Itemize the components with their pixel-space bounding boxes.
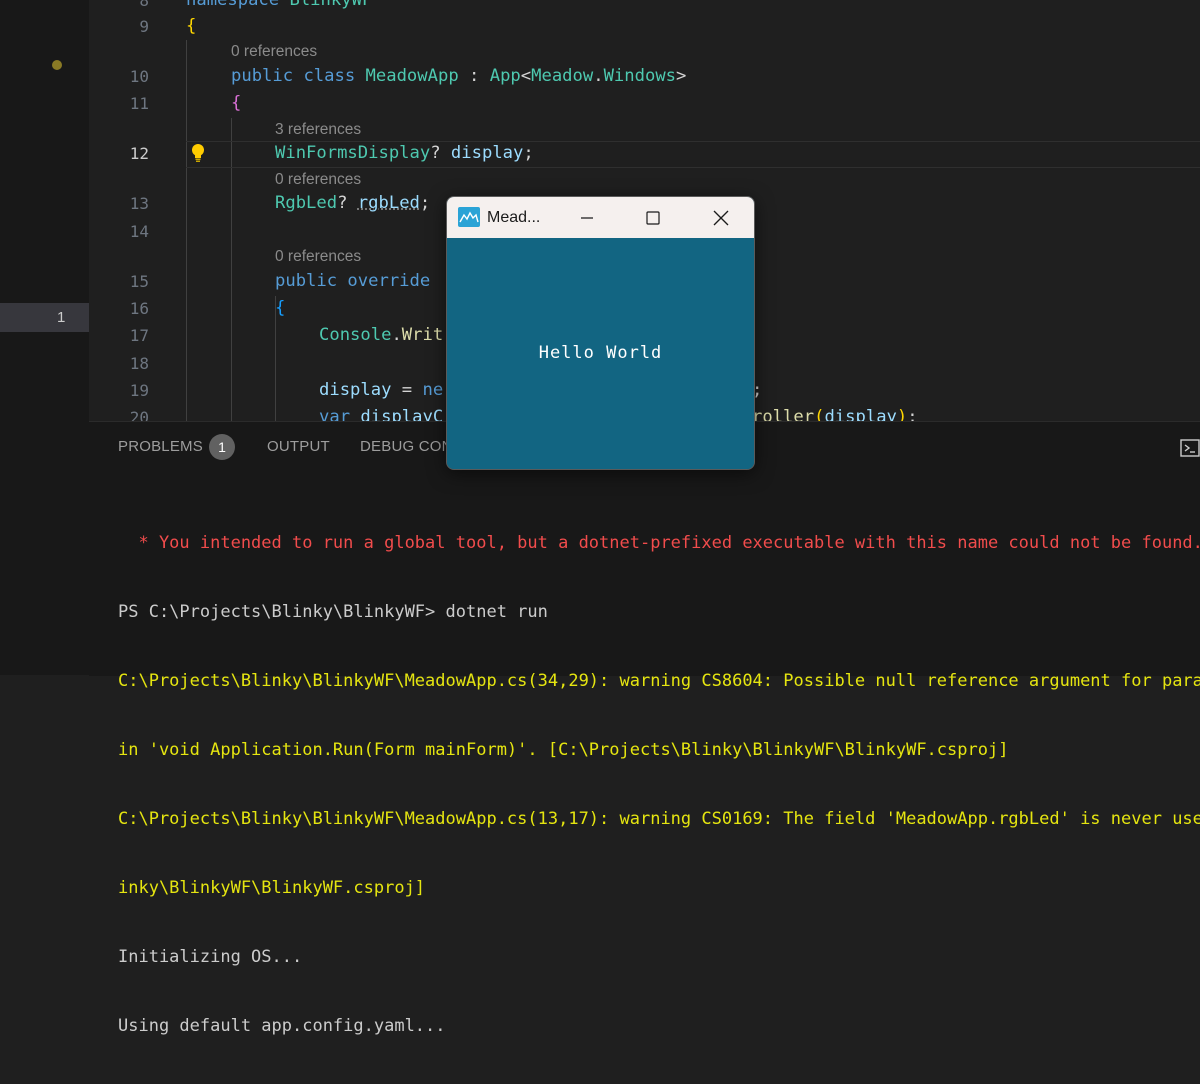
code-token: ;: [907, 407, 918, 421]
code-line: 11 {: [89, 90, 1200, 117]
code-token: ): [896, 407, 908, 421]
code-token: Writ: [401, 325, 444, 345]
terminal-line: * You intended to run a global tool, but…: [118, 533, 1200, 553]
terminal-line: PS C:\Projects\Blinky\BlinkyWF> dotnet r…: [118, 602, 548, 622]
code-line: 12 WinFormsDisplay? display;: [89, 140, 1200, 167]
meadow-app-icon: [458, 207, 480, 227]
window-client-area: Hello World: [447, 238, 754, 469]
code-token: rgbLed: [357, 193, 420, 213]
code-token: class: [293, 66, 356, 86]
code-token: ne: [422, 380, 444, 400]
line-number: 18: [129, 354, 149, 373]
code-token: ;: [523, 143, 534, 163]
codelens-references[interactable]: 0 references: [275, 246, 361, 268]
lightbulb-icon[interactable]: [189, 143, 207, 163]
terminal-output[interactable]: * You intended to run a global tool, but…: [118, 486, 1200, 1084]
code-token: roller: [752, 407, 815, 421]
terminal-line: C:\Projects\Blinky\BlinkyWF\MeadowApp.cs…: [118, 671, 1200, 691]
window-titlebar[interactable]: Mead...: [447, 197, 754, 238]
meadow-app-window[interactable]: Mead... Hello World: [446, 196, 755, 470]
code-token: ?: [337, 193, 358, 213]
line-number: 12: [129, 144, 149, 163]
line-number: 11: [129, 94, 149, 113]
code-token: .: [391, 325, 402, 345]
terminal-line: inky\BlinkyWF\BlinkyWF.csproj]: [118, 878, 426, 898]
codelens-references[interactable]: 0 references: [231, 41, 317, 63]
window-title: Mead...: [487, 209, 541, 226]
code-token: display: [450, 143, 524, 163]
code-line: 10 public class MeadowApp : App<Meadow.W…: [89, 63, 1200, 90]
code-token: namespace: [186, 0, 280, 10]
line-number: 15: [129, 272, 149, 291]
code-token: display: [319, 380, 392, 400]
code-token: .: [593, 66, 604, 86]
problems-marker-count: 1: [57, 309, 66, 326]
modified-indicator-dot: [52, 60, 62, 70]
line-number: 14: [129, 222, 149, 241]
codelens-references[interactable]: 0 references: [275, 169, 361, 191]
activity-bar: 1: [0, 0, 89, 675]
code-line: 8 namespace BlinkyWF: [89, 0, 1200, 14]
tab-problems[interactable]: PROBLEMS: [118, 438, 203, 455]
code-token: Windows: [603, 66, 677, 86]
line-number: 20: [129, 408, 149, 421]
terminal-line: in 'void Application.Run(Form mainForm)'…: [118, 740, 1009, 760]
tab-output[interactable]: OUTPUT: [267, 438, 330, 455]
line-number: 9: [139, 17, 149, 36]
line-number: 16: [129, 299, 149, 318]
hello-world-label: Hello World: [538, 343, 663, 363]
code-token: <: [520, 66, 532, 86]
code-token: {: [275, 298, 286, 318]
code-token: (: [814, 407, 825, 421]
code-token: Meadow: [531, 66, 594, 86]
code-token: public override: [275, 271, 431, 291]
problems-marker-row[interactable]: 1: [0, 303, 89, 332]
minimize-icon[interactable]: [564, 203, 610, 233]
code-token: {: [186, 16, 197, 36]
line-number: 17: [129, 326, 149, 345]
code-token: :: [458, 66, 490, 86]
code-token: MeadowApp: [355, 66, 459, 86]
code-token: {: [231, 93, 242, 113]
terminal-icon[interactable]: [1180, 438, 1200, 458]
problems-count-badge: 1: [209, 434, 235, 460]
code-token: App: [489, 66, 521, 86]
code-line: 9 {: [89, 13, 1200, 40]
code-token: RgbLed: [275, 193, 338, 213]
terminal-line: Using default app.config.yaml...: [118, 1016, 446, 1036]
terminal-line: Initializing OS...: [118, 947, 303, 967]
code-token: ;: [419, 193, 431, 213]
terminal-line: C:\Projects\Blinky\BlinkyWF\MeadowApp.cs…: [118, 809, 1200, 829]
code-token: public: [231, 66, 294, 86]
code-token: =: [391, 380, 423, 400]
code-token: BlinkyWF: [279, 0, 373, 10]
close-icon[interactable]: [698, 203, 744, 233]
code-token: Console: [319, 325, 392, 345]
line-number: 13: [129, 194, 149, 213]
line-number: 19: [129, 381, 149, 400]
code-token: WinFormsDisplay: [275, 143, 431, 163]
line-number: 8: [139, 0, 149, 10]
line-number: 10: [129, 67, 149, 86]
code-token: >: [676, 66, 687, 86]
code-token: displayC: [350, 407, 444, 421]
code-token: var: [319, 407, 351, 421]
code-token: display: [824, 407, 897, 421]
codelens-references[interactable]: 3 references: [275, 119, 361, 141]
maximize-icon[interactable]: [630, 203, 676, 233]
code-token: ?: [430, 143, 451, 163]
